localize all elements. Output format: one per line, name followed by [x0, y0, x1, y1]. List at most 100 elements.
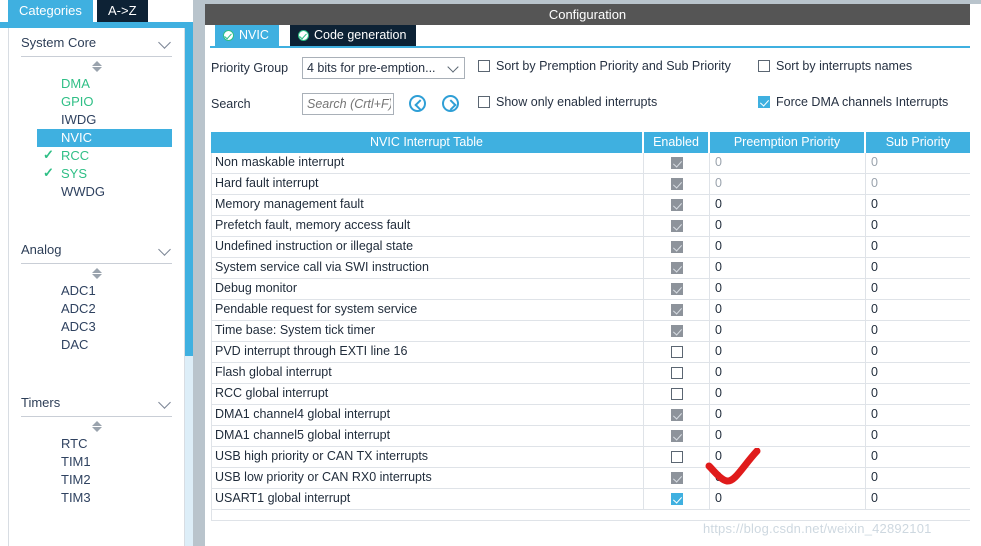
sub-priority-cell[interactable]: 0 — [866, 216, 970, 236]
priority-group-select[interactable]: 4 bits for pre-emption... — [302, 57, 465, 79]
enabled-cell[interactable] — [644, 258, 710, 278]
enabled-checkbox[interactable] — [670, 199, 683, 211]
table-row[interactable]: Prefetch fault, memory access fault 0 0 — [211, 216, 970, 237]
preemption-priority-cell[interactable]: 0 — [710, 405, 866, 425]
column-header-preemption-priority[interactable]: Preemption Priority — [710, 132, 866, 153]
table-row[interactable]: DMA1 channel5 global interrupt 0 0 — [211, 426, 970, 447]
sub-priority-cell[interactable]: 0 — [866, 237, 970, 257]
sub-priority-cell[interactable]: 0 — [866, 489, 970, 509]
checkbox-box[interactable] — [478, 96, 490, 108]
enabled-checkbox[interactable] — [670, 157, 683, 169]
preemption-priority-cell[interactable]: 0 — [710, 300, 866, 320]
sub-priority-cell[interactable]: 0 — [866, 258, 970, 278]
preemption-priority-cell[interactable]: 0 — [710, 468, 866, 488]
enabled-checkbox[interactable] — [670, 220, 683, 232]
sub-priority-cell[interactable]: 0 — [866, 468, 970, 488]
enabled-cell[interactable] — [644, 321, 710, 341]
table-row[interactable]: System service call via SWI instruction 0… — [211, 258, 970, 279]
sidebar-item-rcc[interactable]: ✓ RCC — [21, 147, 172, 165]
enabled-cell[interactable] — [644, 300, 710, 320]
table-row[interactable]: Time base: System tick timer 0 0 — [211, 321, 970, 342]
enabled-cell[interactable] — [644, 384, 710, 404]
sub-priority-cell[interactable]: 0 — [866, 300, 970, 320]
enabled-checkbox[interactable] — [670, 430, 683, 442]
enabled-cell[interactable] — [644, 279, 710, 299]
table-row[interactable]: Flash global interrupt 0 0 — [211, 363, 970, 384]
sub-priority-cell[interactable]: 0 — [866, 153, 970, 173]
scroll-grip-icon[interactable] — [21, 417, 172, 435]
sub-priority-cell[interactable]: 0 — [866, 174, 970, 194]
table-row[interactable]: Undefined instruction or illegal state 0 0 — [211, 237, 970, 258]
sub-priority-cell[interactable]: 0 — [866, 447, 970, 467]
sidebar-item-dma[interactable]: DMA — [21, 75, 172, 93]
preemption-priority-cell[interactable]: 0 — [710, 342, 866, 362]
table-row[interactable]: USART1 global interrupt 0 0 — [211, 489, 970, 510]
table-row[interactable]: USB high priority or CAN TX interrupts 0 0 — [211, 447, 970, 468]
enabled-cell[interactable] — [644, 216, 710, 236]
preemption-priority-cell[interactable]: 0 — [710, 174, 866, 194]
show-only-enabled-checkbox[interactable]: Show only enabled interrupts — [478, 94, 657, 109]
enabled-checkbox[interactable] — [670, 367, 683, 379]
sidebar-item-wwdg[interactable]: WWDG — [21, 183, 172, 201]
search-input[interactable] — [302, 93, 394, 115]
enabled-checkbox[interactable] — [670, 241, 683, 253]
sub-priority-cell[interactable]: 0 — [866, 321, 970, 341]
table-row[interactable]: Pendable request for system service 0 0 — [211, 300, 970, 321]
table-row[interactable]: Memory management fault 0 0 — [211, 195, 970, 216]
preemption-priority-cell[interactable]: 0 — [710, 153, 866, 173]
sidebar-item-nvic[interactable]: NVIC — [37, 129, 172, 147]
sort-by-names-checkbox[interactable]: Sort by interrupts names — [758, 58, 912, 73]
sidebar-group-header-system-core[interactable]: System Core — [21, 28, 172, 57]
sidebar-group-header-analog[interactable]: Analog — [21, 235, 172, 264]
enabled-checkbox[interactable] — [670, 493, 683, 505]
enabled-checkbox[interactable] — [670, 283, 683, 295]
sidebar-scrollbar-thumb[interactable] — [185, 28, 193, 356]
enabled-cell[interactable] — [644, 405, 710, 425]
table-row[interactable]: USB low priority or CAN RX0 interrupts 0 0 — [211, 468, 970, 489]
enabled-cell[interactable] — [644, 342, 710, 362]
enabled-cell[interactable] — [644, 468, 710, 488]
preemption-priority-cell[interactable]: 0 — [710, 258, 866, 278]
table-row[interactable]: Non maskable interrupt 0 0 — [211, 153, 970, 174]
sub-priority-cell[interactable]: 0 — [866, 195, 970, 215]
preemption-priority-cell[interactable]: 0 — [710, 363, 866, 383]
tab-nvic[interactable]: NVIC — [215, 25, 279, 46]
enabled-cell[interactable] — [644, 237, 710, 257]
checkbox-box[interactable] — [758, 96, 770, 108]
sidebar-item-adc1[interactable]: ADC1 — [21, 282, 172, 300]
sub-priority-cell[interactable]: 0 — [866, 426, 970, 446]
sub-priority-cell[interactable]: 0 — [866, 405, 970, 425]
scroll-grip-icon[interactable] — [21, 57, 172, 75]
sidebar-item-tim1[interactable]: TIM1 — [21, 453, 172, 471]
enabled-checkbox[interactable] — [670, 178, 683, 190]
sort-by-preemption-checkbox[interactable]: Sort by Premption Priority and Sub Prior… — [478, 58, 731, 73]
enabled-checkbox[interactable] — [670, 472, 683, 484]
preemption-priority-cell[interactable]: 0 — [710, 489, 866, 509]
next-match-button[interactable] — [442, 95, 459, 112]
enabled-checkbox[interactable] — [670, 388, 683, 400]
preemption-priority-cell[interactable]: 0 — [710, 237, 866, 257]
table-row[interactable]: PVD interrupt through EXTI line 16 0 0 — [211, 342, 970, 363]
column-header-enabled[interactable]: Enabled — [644, 132, 710, 153]
enabled-checkbox[interactable] — [670, 304, 683, 316]
sub-priority-cell[interactable]: 0 — [866, 342, 970, 362]
sidebar-item-adc3[interactable]: ADC3 — [21, 318, 172, 336]
sub-priority-cell[interactable]: 0 — [866, 384, 970, 404]
scroll-grip-icon[interactable] — [21, 264, 172, 282]
preemption-priority-cell[interactable]: 0 — [710, 279, 866, 299]
enabled-checkbox[interactable] — [670, 409, 683, 421]
preemption-priority-cell[interactable]: 0 — [710, 447, 866, 467]
checkbox-box[interactable] — [478, 60, 490, 72]
enabled-cell[interactable] — [644, 426, 710, 446]
preemption-priority-cell[interactable]: 0 — [710, 321, 866, 341]
enabled-cell[interactable] — [644, 195, 710, 215]
sidebar-item-gpio[interactable]: GPIO — [21, 93, 172, 111]
enabled-cell[interactable] — [644, 153, 710, 173]
table-row[interactable]: DMA1 channel4 global interrupt 0 0 — [211, 405, 970, 426]
sidebar-item-tim3[interactable]: TIM3 — [21, 489, 172, 507]
sidebar-item-tim2[interactable]: TIM2 — [21, 471, 172, 489]
column-header-sub-priority[interactable]: Sub Priority — [866, 132, 970, 153]
sidebar-item-dac[interactable]: DAC — [21, 336, 172, 354]
preemption-priority-cell[interactable]: 0 — [710, 216, 866, 236]
enabled-checkbox[interactable] — [670, 346, 683, 358]
